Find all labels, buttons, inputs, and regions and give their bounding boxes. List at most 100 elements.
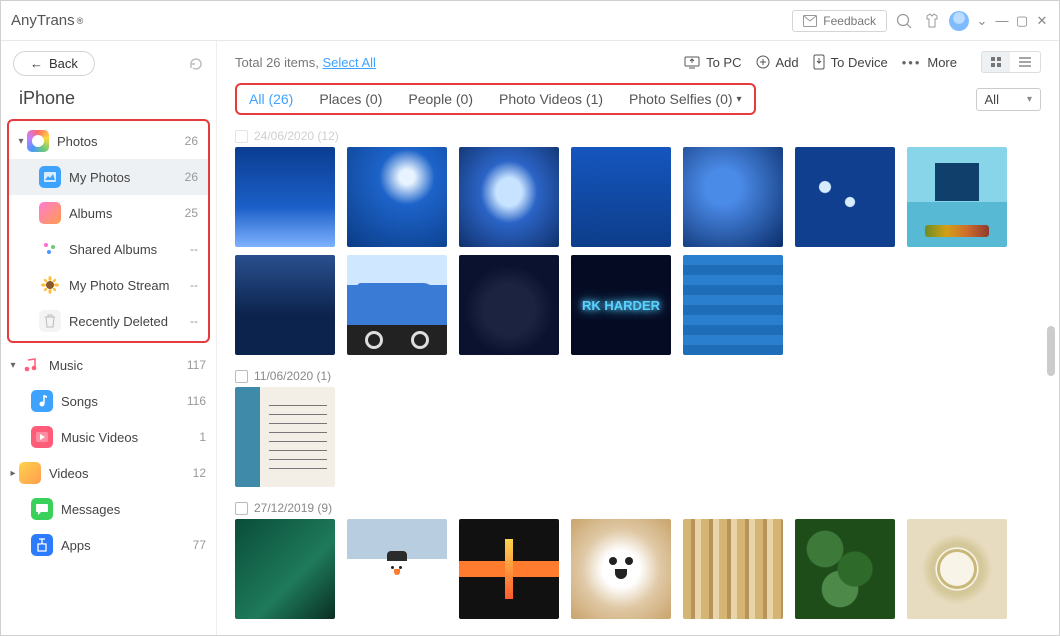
photo-thumbnail[interactable]: [683, 255, 783, 355]
select-all-link[interactable]: Select All: [322, 55, 375, 70]
photo-thumbnail[interactable]: [795, 147, 895, 247]
albums-label: Albums: [69, 206, 112, 221]
add-button[interactable]: Add: [756, 55, 799, 70]
sidebar-item-photo-stream[interactable]: My Photo Stream --: [9, 267, 208, 303]
group-date: 11/06/2020 (1): [254, 369, 331, 383]
back-button[interactable]: ← Back: [13, 51, 95, 76]
photo-thumbnail[interactable]: [235, 387, 335, 487]
albums-count: 25: [185, 206, 198, 220]
songs-icon: [31, 390, 53, 412]
to-device-label: To Device: [831, 55, 888, 70]
photo-thumbnail[interactable]: [347, 255, 447, 355]
to-device-button[interactable]: To Device: [813, 54, 888, 70]
chevron-down-icon[interactable]: ⌄: [975, 14, 989, 28]
sidebar-item-music-videos[interactable]: Music Videos 1: [1, 419, 216, 455]
group-header: 24/06/2020 (12): [235, 123, 1041, 147]
minimize-button[interactable]: —: [995, 14, 1009, 28]
photo-thumbnail[interactable]: [571, 519, 671, 619]
search-icon[interactable]: [893, 10, 915, 32]
music-videos-count: 1: [199, 430, 206, 444]
user-avatar[interactable]: [949, 11, 969, 31]
group-checkbox[interactable]: [235, 370, 248, 383]
recently-deleted-label: Recently Deleted: [69, 314, 168, 329]
photo-thumbnail[interactable]: [347, 519, 447, 619]
photo-grid-scroll[interactable]: 24/06/2020 (12) RK HARDER 11/06/2: [217, 123, 1059, 635]
filter-dropdown[interactable]: All ▾: [976, 88, 1041, 111]
to-pc-button[interactable]: To PC: [684, 55, 741, 70]
recently-deleted-count: --: [190, 314, 198, 328]
music-label: Music: [49, 358, 83, 373]
to-pc-icon: [684, 55, 700, 69]
photo-thumbnail[interactable]: [907, 519, 1007, 619]
apps-label: Apps: [61, 538, 91, 553]
chevron-down-icon: ▾: [737, 94, 742, 105]
photo-thumbnail[interactable]: [683, 147, 783, 247]
filter-people[interactable]: People (0): [408, 91, 473, 107]
filter-places[interactable]: Places (0): [319, 91, 382, 107]
photo-thumbnail[interactable]: [347, 147, 447, 247]
sidebar-item-recently-deleted[interactable]: Recently Deleted --: [9, 303, 208, 339]
photos-group-highlight: ▾ Photos 26 My Photos 26 Albums 25 Shar: [7, 119, 210, 343]
refresh-icon[interactable]: [188, 56, 204, 72]
sidebar-item-messages[interactable]: Messages: [1, 491, 216, 527]
trash-icon: [39, 310, 61, 332]
sidebar-item-music[interactable]: ▾ Music 117: [1, 347, 216, 383]
sidebar-item-videos[interactable]: ▸ Videos 12: [1, 455, 216, 491]
photo-thumbnail[interactable]: [459, 255, 559, 355]
envelope-icon: [803, 15, 817, 27]
app-name: AnyTrans ®: [11, 12, 83, 29]
videos-count: 12: [193, 466, 206, 480]
photo-thumbnail[interactable]: [235, 519, 335, 619]
photos-icon: [27, 130, 49, 152]
view-toggle: [981, 51, 1041, 73]
registered-mark: ®: [77, 16, 84, 26]
filter-all[interactable]: All (26): [249, 91, 293, 107]
photo-thumbnail[interactable]: [683, 519, 783, 619]
filter-selfies-label: Photo Selfies (0): [629, 91, 733, 107]
photo-thumbnail[interactable]: [235, 147, 335, 247]
title-bar: AnyTrans ® Feedback ⌄ — ▢ ✕: [1, 1, 1059, 41]
list-view-button[interactable]: [1010, 52, 1040, 72]
my-photos-label: My Photos: [69, 170, 130, 185]
filter-photo-selfies[interactable]: Photo Selfies (0) ▾: [629, 91, 742, 107]
sidebar-item-albums[interactable]: Albums 25: [9, 195, 208, 231]
maximize-button[interactable]: ▢: [1015, 14, 1029, 28]
photo-thumbnail[interactable]: [459, 147, 559, 247]
photo-thumbnail[interactable]: [795, 519, 895, 619]
scrollbar-thumb[interactable]: [1047, 326, 1055, 376]
chevron-down-icon: ▾: [1027, 94, 1032, 105]
sidebar-item-my-photos[interactable]: My Photos 26: [9, 159, 208, 195]
shared-albums-icon: [39, 238, 61, 260]
photos-count: 26: [185, 134, 198, 148]
add-label: Add: [776, 55, 799, 70]
more-button[interactable]: ••• More: [902, 55, 957, 70]
feedback-button[interactable]: Feedback: [792, 10, 887, 32]
group-checkbox[interactable]: [235, 130, 248, 143]
videos-label: Videos: [49, 466, 89, 481]
sidebar-item-photos[interactable]: ▾ Photos 26: [9, 123, 208, 159]
photo-thumbnail[interactable]: [907, 147, 1007, 247]
caret-down-icon: ▾: [15, 136, 27, 147]
my-photos-count: 26: [185, 170, 198, 184]
sidebar-item-songs[interactable]: Songs 116: [1, 383, 216, 419]
sidebar-item-apps[interactable]: Apps 77: [1, 527, 216, 563]
total-prefix: Total 26 items,: [235, 55, 322, 70]
arrow-left-icon: ←: [30, 56, 43, 71]
photo-thumbnail[interactable]: [571, 147, 671, 247]
total-items: Total 26 items, Select All: [235, 55, 376, 70]
photo-thumbnail[interactable]: [235, 255, 335, 355]
photo-thumbnail[interactable]: RK HARDER: [571, 255, 671, 355]
albums-icon: [39, 202, 61, 224]
filter-photo-videos[interactable]: Photo Videos (1): [499, 91, 603, 107]
photo-stream-label: My Photo Stream: [69, 278, 169, 293]
grid-view-button[interactable]: [982, 52, 1010, 72]
group-checkbox[interactable]: [235, 502, 248, 515]
photo-thumbnail[interactable]: [459, 519, 559, 619]
sidebar-item-shared-albums[interactable]: Shared Albums --: [9, 231, 208, 267]
music-icon: [19, 354, 41, 376]
more-icon: •••: [902, 55, 922, 70]
tshirt-icon[interactable]: [921, 10, 943, 32]
sidebar: ← Back iPhone ▾ Photos 26 My Photos 26: [1, 41, 217, 635]
close-button[interactable]: ✕: [1035, 14, 1049, 28]
caret-right-icon: ▸: [7, 468, 19, 479]
